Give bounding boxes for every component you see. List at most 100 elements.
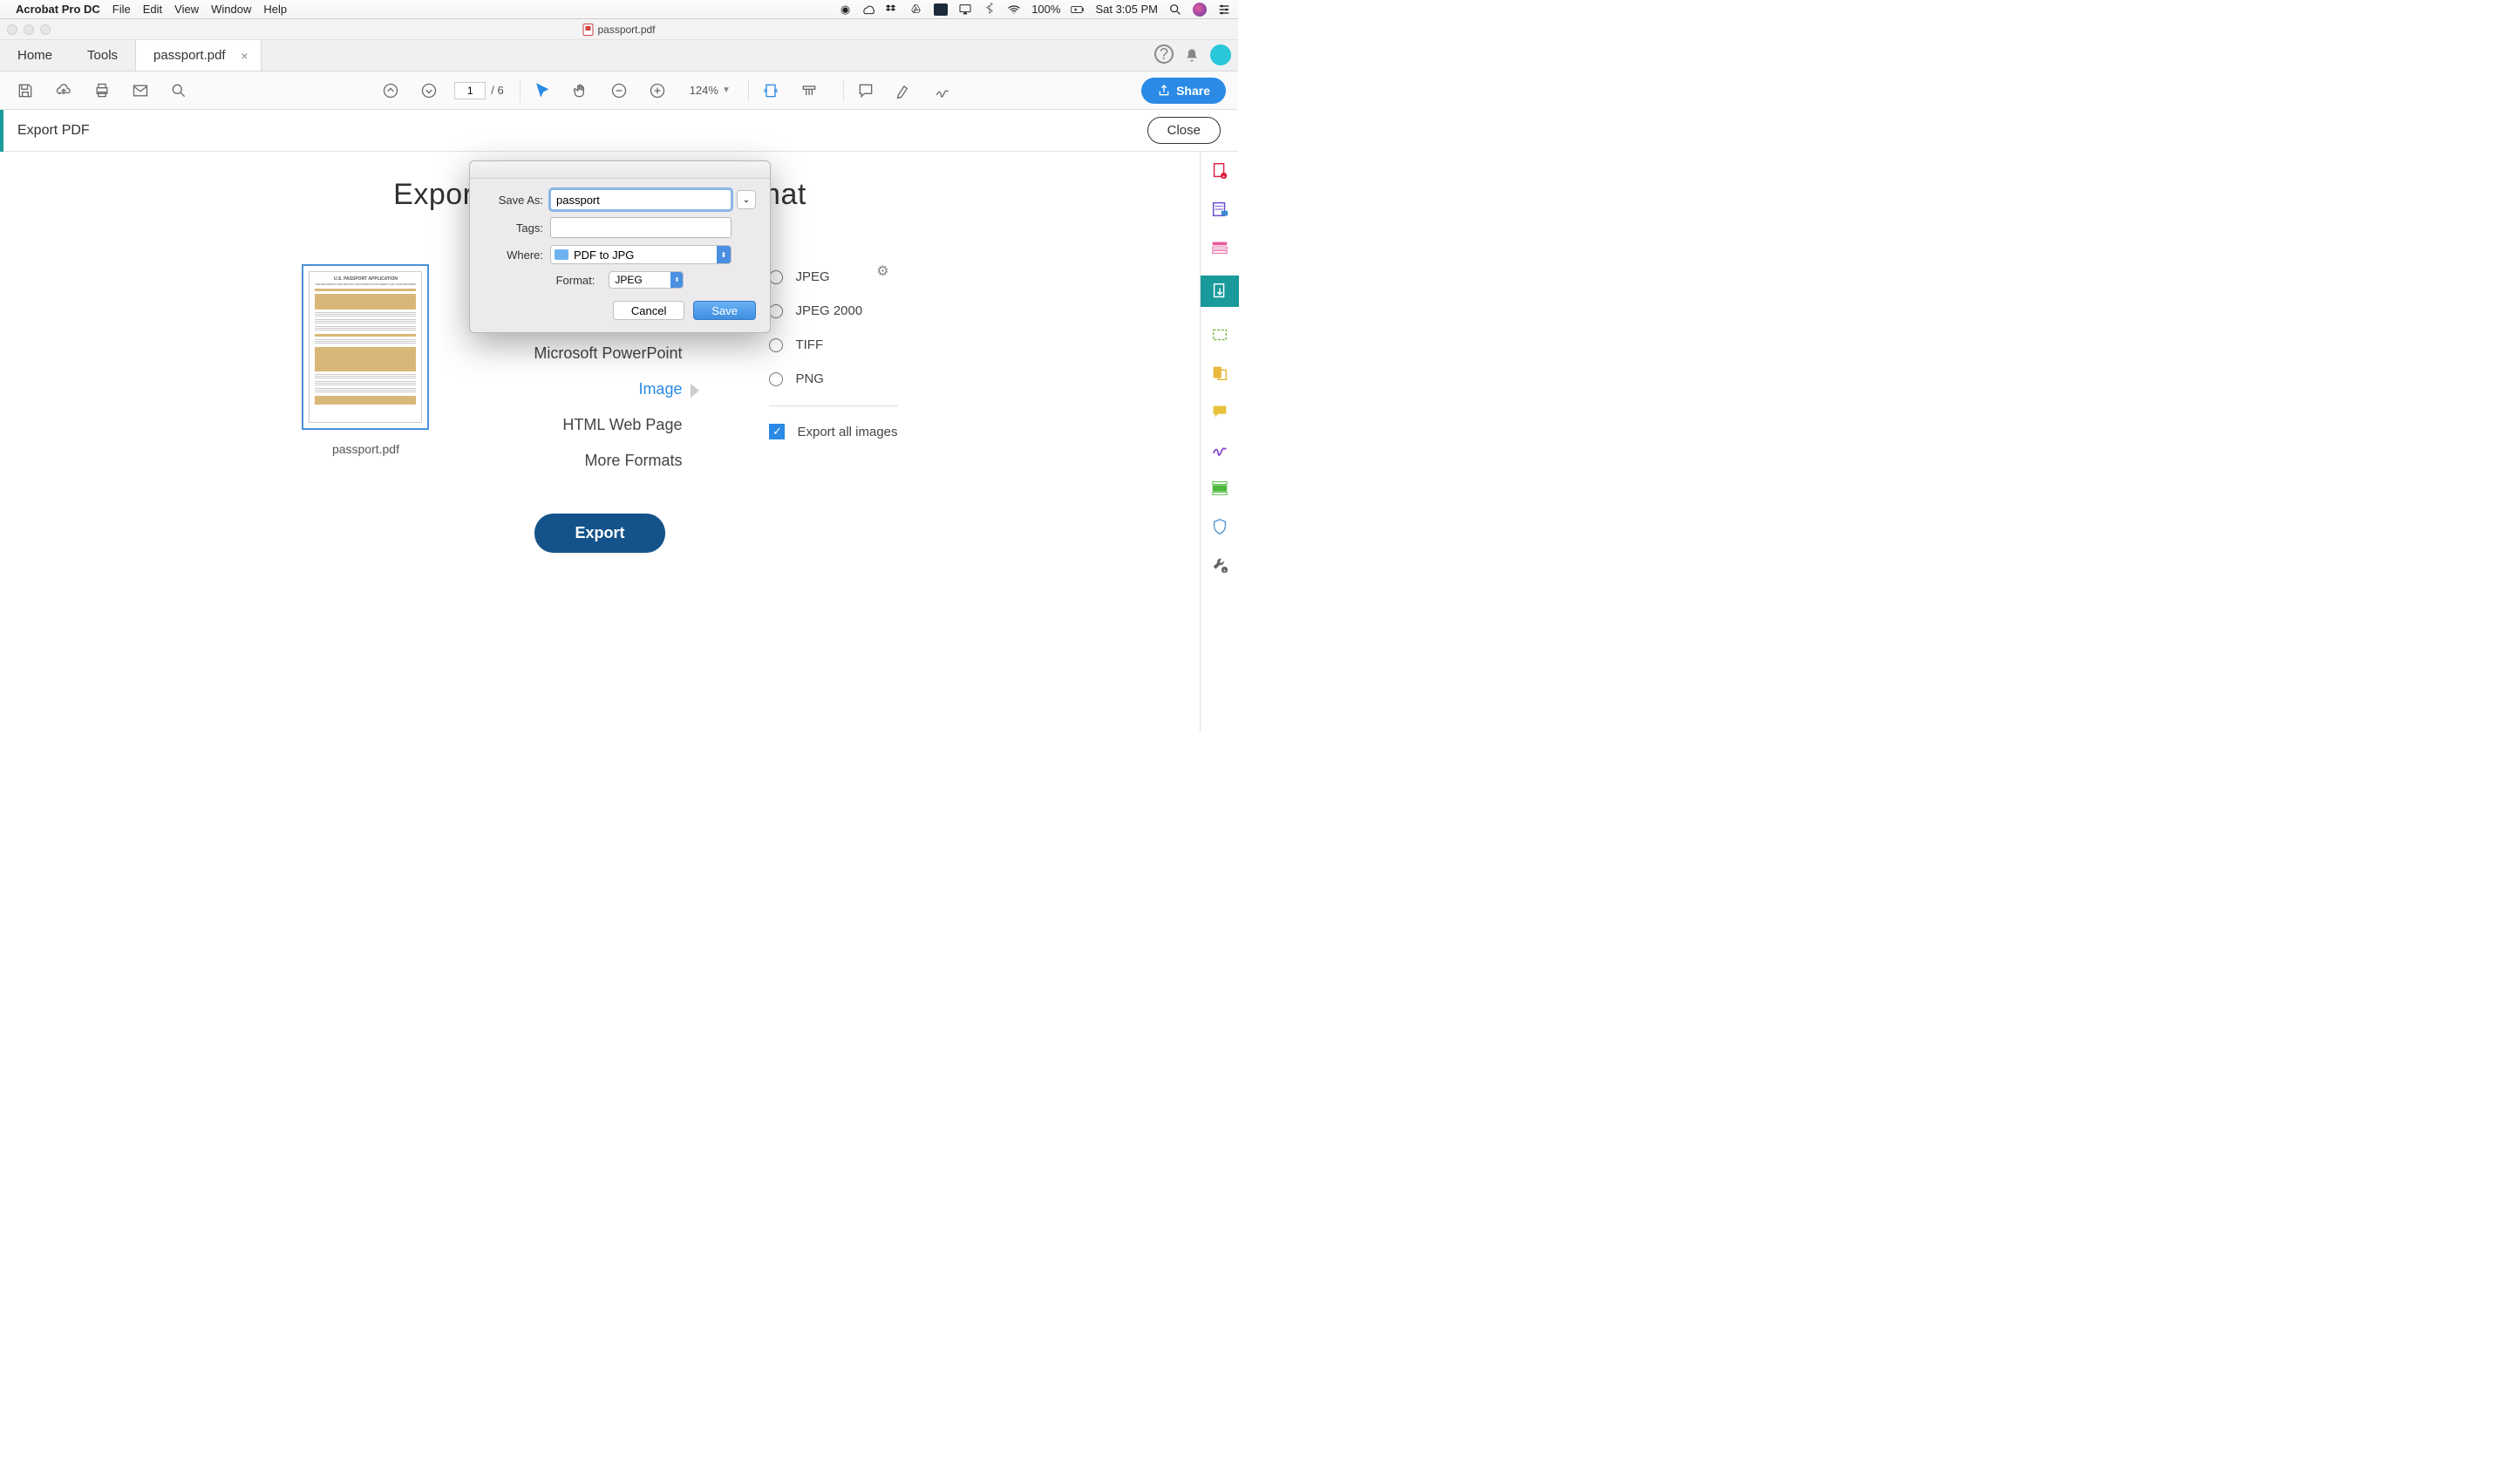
rail-more-tools-icon[interactable]: + — [1209, 555, 1230, 575]
right-tool-rail: + + — [1200, 152, 1238, 732]
rail-protect-icon[interactable] — [1209, 516, 1230, 537]
dialog-save-button[interactable]: Save — [693, 301, 756, 320]
email-icon[interactable] — [127, 78, 153, 104]
rail-organize-icon[interactable] — [1209, 237, 1230, 258]
rail-combine-icon[interactable] — [1209, 363, 1230, 384]
search-icon[interactable] — [166, 78, 192, 104]
tab-document[interactable]: passport.pdf × — [135, 40, 262, 71]
rail-create-pdf-icon[interactable]: + — [1209, 160, 1230, 181]
tags-label: Tags: — [484, 221, 543, 235]
app-tile-icon[interactable] — [934, 3, 948, 16]
format-stepper-icon: ⬍ — [670, 272, 683, 288]
page-down-icon[interactable] — [416, 78, 442, 104]
zoom-out-icon[interactable] — [606, 78, 632, 104]
tags-input[interactable] — [550, 217, 732, 238]
format-select[interactable]: JPEG ⬍ — [609, 271, 684, 289]
control-center-icon[interactable] — [1217, 3, 1231, 17]
fit-width-icon[interactable] — [758, 78, 784, 104]
account-avatar[interactable] — [1210, 44, 1231, 65]
dialog-cancel-button[interactable]: Cancel — [613, 301, 684, 320]
battery-text[interactable]: 100% — [1031, 3, 1060, 16]
sign-icon[interactable] — [929, 78, 956, 104]
where-stepper-icon: ⬍ — [717, 246, 731, 263]
hand-tool-icon[interactable] — [568, 78, 594, 104]
menu-window[interactable]: Window — [211, 3, 251, 16]
tab-home[interactable]: Home — [0, 40, 70, 71]
close-window-icon[interactable] — [7, 24, 17, 35]
clock[interactable]: Sat 3:05 PM — [1095, 3, 1158, 16]
export-all-checkbox[interactable]: ✓ Export all images — [769, 424, 897, 439]
notifications-icon[interactable] — [1181, 44, 1203, 67]
page-up-icon[interactable] — [378, 78, 404, 104]
zoom-dropdown-icon[interactable]: ▼ — [722, 85, 731, 95]
format-html[interactable]: HTML Web Page — [562, 416, 682, 434]
minimize-window-icon[interactable] — [24, 24, 34, 35]
format-image[interactable]: Image — [638, 380, 682, 398]
airplay-icon[interactable] — [958, 3, 972, 17]
document-thumbnail[interactable]: U.S. PASSPORT APPLICATION PLEASE DETACH … — [302, 264, 429, 430]
close-tool-button[interactable]: Close — [1147, 117, 1221, 144]
rail-export-pdf-icon[interactable] — [1201, 276, 1239, 307]
page-number-input[interactable] — [454, 82, 486, 99]
app-name[interactable]: Acrobat Pro DC — [16, 3, 100, 16]
page-total-label: / 6 — [491, 84, 503, 97]
radio-tiff[interactable]: TIFF — [769, 337, 897, 352]
tab-strip: Home Tools passport.pdf × ? — [0, 40, 1238, 71]
radio-jpeg2000[interactable]: JPEG 2000 — [769, 303, 897, 318]
export-button[interactable]: Export — [534, 514, 664, 553]
menu-help[interactable]: Help — [263, 3, 287, 16]
dropbox-icon[interactable] — [885, 3, 899, 17]
save-dialog: Save As: ⌄ Tags: Where: PDF to JPG ⬍ For… — [469, 160, 771, 333]
format-powerpoint[interactable]: Microsoft PowerPoint — [534, 344, 682, 363]
highlight-icon[interactable] — [891, 78, 917, 104]
share-button[interactable]: Share — [1141, 78, 1226, 104]
zoom-window-icon[interactable] — [40, 24, 51, 35]
spotlight-icon[interactable] — [1168, 3, 1182, 17]
creative-cloud-icon[interactable] — [861, 3, 874, 17]
rail-comment-icon[interactable] — [1209, 401, 1230, 422]
document-thumbnail-column: U.S. PASSPORT APPLICATION PLEASE DETACH … — [302, 264, 429, 470]
expand-dialog-icon[interactable]: ⌄ — [737, 190, 756, 209]
menu-view[interactable]: View — [174, 3, 199, 16]
zoom-in-icon[interactable] — [644, 78, 670, 104]
checkbox-checked-icon: ✓ — [769, 424, 785, 439]
help-icon[interactable]: ? — [1154, 44, 1174, 64]
comment-icon[interactable] — [853, 78, 879, 104]
status-dot-icon[interactable]: ◉ — [840, 3, 850, 17]
where-select[interactable]: PDF to JPG ⬍ — [550, 245, 732, 264]
rail-scan-icon[interactable] — [1209, 324, 1230, 345]
zoom-level[interactable]: 124% — [690, 84, 718, 97]
settings-gear-icon[interactable]: ⚙ — [876, 262, 888, 280]
tab-close-icon[interactable]: × — [241, 49, 248, 63]
dialog-header[interactable] — [470, 161, 770, 179]
gdrive-icon[interactable] — [909, 3, 923, 17]
battery-icon[interactable] — [1071, 3, 1085, 17]
thumbnail-preview: U.S. PASSPORT APPLICATION PLEASE DETACH … — [309, 271, 422, 423]
pdf-file-icon — [582, 24, 593, 36]
tab-tools[interactable]: Tools — [70, 40, 135, 71]
siri-icon[interactable] — [1193, 3, 1207, 17]
menu-file[interactable]: File — [112, 3, 131, 16]
bluetooth-icon[interactable] — [983, 3, 997, 17]
rail-redact-icon[interactable] — [1209, 478, 1230, 499]
active-tool-indicator — [0, 110, 3, 152]
format-more[interactable]: More Formats — [584, 452, 682, 470]
window-title: passport.pdf — [597, 24, 655, 36]
radio-png[interactable]: PNG — [769, 371, 897, 386]
selection-tool-icon[interactable] — [529, 78, 555, 104]
rail-edit-pdf-icon[interactable] — [1209, 199, 1230, 220]
svg-text:+: + — [1222, 568, 1225, 574]
menu-edit[interactable]: Edit — [143, 3, 162, 16]
thumbnail-label: passport.pdf — [332, 442, 399, 456]
rail-fill-sign-icon[interactable] — [1209, 439, 1230, 460]
fit-page-icon[interactable] — [796, 78, 822, 104]
saveas-input[interactable] — [550, 189, 732, 210]
cloud-upload-icon[interactable] — [51, 78, 77, 104]
traffic-lights[interactable] — [7, 24, 51, 35]
share-icon — [1157, 84, 1171, 98]
wifi-icon[interactable] — [1007, 3, 1021, 17]
export-pdf-title: Export PDF — [17, 123, 90, 139]
save-icon[interactable] — [12, 78, 38, 104]
mac-menubar: Acrobat Pro DC File Edit View Window Hel… — [0, 0, 1238, 19]
print-icon[interactable] — [89, 78, 115, 104]
